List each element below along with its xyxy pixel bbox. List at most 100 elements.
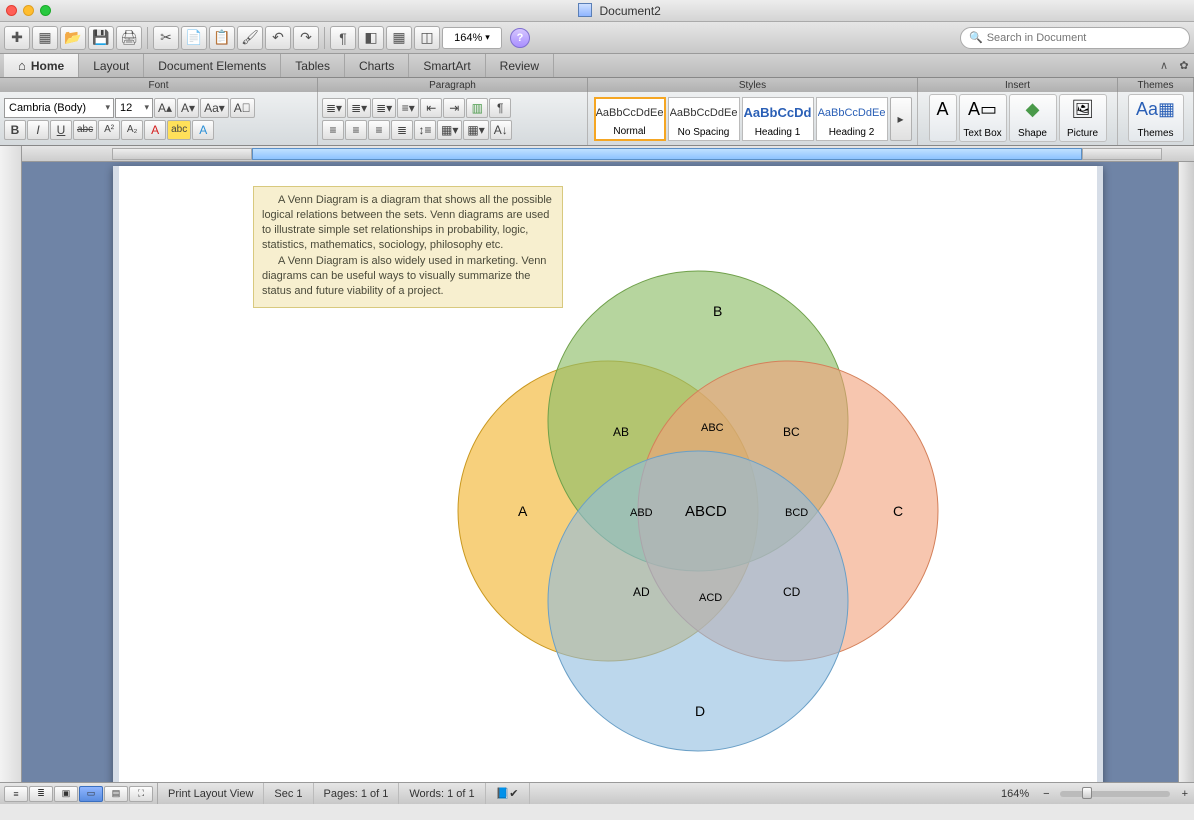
copy-button[interactable]: 📄 xyxy=(181,26,207,50)
cut-button[interactable]: ✂ xyxy=(153,26,179,50)
align-left-button[interactable]: ≡ xyxy=(322,120,344,140)
traffic-lights xyxy=(6,5,51,16)
superscript-button[interactable]: A² xyxy=(98,120,120,140)
redo-button[interactable]: ↷ xyxy=(293,26,319,50)
ribbon-collapse-button[interactable]: ∧ xyxy=(1154,54,1174,77)
bullets-button[interactable]: ≣▾ xyxy=(322,98,346,118)
zoom-in-button[interactable]: + xyxy=(1176,788,1194,800)
subscript-button[interactable]: A₂ xyxy=(121,120,143,140)
borders-button[interactable]: ▦▾ xyxy=(463,120,488,140)
sort-button[interactable]: A↓ xyxy=(490,120,512,140)
font-size-select[interactable]: 12 xyxy=(115,98,153,118)
view-notebook-button[interactable]: ▤ xyxy=(104,786,128,802)
decrease-indent-button[interactable]: ⇤ xyxy=(420,98,442,118)
tab-charts[interactable]: Charts xyxy=(345,54,409,77)
change-case-button[interactable]: Aa▾ xyxy=(200,98,229,118)
search-box[interactable]: 🔍 xyxy=(960,27,1190,49)
font-name-select[interactable]: Cambria (Body) xyxy=(4,98,114,118)
vertical-scrollbar[interactable] xyxy=(1178,162,1194,782)
styles-scroll-button[interactable]: ▸ xyxy=(890,97,912,141)
tab-document-elements[interactable]: Document Elements xyxy=(144,54,281,77)
underline-button[interactable]: U xyxy=(50,120,72,140)
themes-group: Aa▦Themes xyxy=(1118,92,1194,145)
tab-smartart[interactable]: SmartArt xyxy=(409,54,485,77)
group-label-styles: Styles xyxy=(588,78,918,92)
grow-font-button[interactable]: A▴ xyxy=(154,98,176,118)
shape-insert-button[interactable]: ◆Shape xyxy=(1009,94,1057,142)
zoom-slider-thumb[interactable] xyxy=(1082,787,1092,799)
tab-layout[interactable]: Layout xyxy=(79,54,144,77)
clear-format-button[interactable]: A⃠ xyxy=(230,98,255,118)
view-outline-button[interactable]: ≣ xyxy=(29,786,53,802)
themes-button[interactable]: Aa▦Themes xyxy=(1128,94,1184,142)
search-icon: 🔍 xyxy=(969,31,983,44)
strikethrough-button[interactable]: abc xyxy=(73,120,97,140)
vertical-ruler[interactable] xyxy=(0,146,22,782)
increase-indent-button[interactable]: ⇥ xyxy=(443,98,465,118)
status-words[interactable]: Words: 1 of 1 xyxy=(399,783,485,804)
text-direction-button[interactable]: ¶ xyxy=(489,98,511,118)
align-right-button[interactable]: ≡ xyxy=(368,120,390,140)
zoom-window-icon[interactable] xyxy=(40,5,51,16)
ribbon-settings-button[interactable]: ✿ xyxy=(1174,54,1194,77)
close-icon[interactable] xyxy=(6,5,17,16)
venn-label-acd: ACD xyxy=(699,592,722,604)
style-heading-1[interactable]: AaBbCcDd Heading 1 xyxy=(742,97,814,141)
venn-label-ad: AD xyxy=(633,585,650,599)
media-button[interactable]: ◫ xyxy=(414,26,440,50)
minimize-icon[interactable] xyxy=(23,5,34,16)
columns-button[interactable]: ▥ xyxy=(466,98,488,118)
align-center-button[interactable]: ≡ xyxy=(345,120,367,140)
bold-button[interactable]: B xyxy=(4,120,26,140)
highlight-button[interactable]: abc xyxy=(167,120,191,140)
text-effects-button[interactable]: A xyxy=(192,120,214,140)
venn-diagram[interactable]: A B C D AB BC CD AD ABC BCD ACD ABD ABCD xyxy=(413,236,983,782)
tab-tables[interactable]: Tables xyxy=(281,54,345,77)
shading-button[interactable]: ▦▾ xyxy=(437,120,462,140)
line-spacing-button[interactable]: ↕≡ xyxy=(414,120,436,140)
open-button[interactable]: 📂 xyxy=(60,26,86,50)
shrink-font-button[interactable]: A▾ xyxy=(177,98,199,118)
insert-group: A A▭Text Box ◆Shape 🖼Picture xyxy=(918,92,1118,145)
style-normal[interactable]: AaBbCcDdEe Normal xyxy=(594,97,666,141)
status-spellcheck[interactable]: 📘✔ xyxy=(486,783,530,804)
multilevel-list-button[interactable]: ≣▾ xyxy=(372,98,396,118)
print-button[interactable]: 🖨 xyxy=(116,26,142,50)
toolbox-button[interactable]: ▦ xyxy=(386,26,412,50)
numbering-button[interactable]: ≣▾ xyxy=(347,98,371,118)
undo-button[interactable]: ↶ xyxy=(265,26,291,50)
font-color-button[interactable]: A xyxy=(144,120,166,140)
help-button[interactable]: ? xyxy=(510,28,530,48)
status-pages[interactable]: Pages: 1 of 1 xyxy=(314,783,400,804)
horizontal-ruler[interactable] xyxy=(22,146,1194,162)
zoom-out-button[interactable]: − xyxy=(1039,788,1053,800)
show-formatting-button[interactable]: ¶ xyxy=(330,26,356,50)
status-section[interactable]: Sec 1 xyxy=(264,783,313,804)
paste-button[interactable]: 📋 xyxy=(209,26,235,50)
tab-review[interactable]: Review xyxy=(486,54,554,77)
align-dropdown[interactable]: ≡▾ xyxy=(397,98,419,118)
view-draft-button[interactable]: ≡ xyxy=(4,786,28,802)
document-page[interactable]: A Venn Diagram is a diagram that shows a… xyxy=(113,166,1103,782)
view-fullscreen-button[interactable]: ⛶ xyxy=(129,786,153,802)
new-doc-button[interactable]: ✚ xyxy=(4,26,30,50)
format-painter-button[interactable]: 🖌 xyxy=(237,26,263,50)
statusbar: ≡ ≣ ▣ ▭ ▤ ⛶ Print Layout View Sec 1 Page… xyxy=(0,782,1194,804)
view-publishing-button[interactable]: ▣ xyxy=(54,786,78,802)
zoom-select[interactable]: 164% ▾ xyxy=(442,27,502,49)
view-print-layout-button[interactable]: ▭ xyxy=(79,786,103,802)
zoom-slider[interactable] xyxy=(1060,791,1170,797)
search-input[interactable] xyxy=(987,32,1181,44)
tab-home[interactable]: Home xyxy=(4,54,79,77)
italic-button[interactable]: I xyxy=(27,120,49,140)
status-zoom-label[interactable]: 164% xyxy=(991,783,1039,804)
textbox-insert-button[interactable]: A▭Text Box xyxy=(959,94,1007,142)
style-heading-2[interactable]: AaBbCcDdEe Heading 2 xyxy=(816,97,888,141)
align-justify-button[interactable]: ≣ xyxy=(391,120,413,140)
save-button[interactable]: 💾 xyxy=(88,26,114,50)
template-button[interactable]: ▦ xyxy=(32,26,58,50)
style-no-spacing[interactable]: AaBbCcDdEe No Spacing xyxy=(668,97,740,141)
picture-insert-button[interactable]: 🖼Picture xyxy=(1059,94,1107,142)
sidebar-toggle[interactable]: ◧ xyxy=(358,26,384,50)
change-styles-button[interactable]: A xyxy=(929,94,957,142)
